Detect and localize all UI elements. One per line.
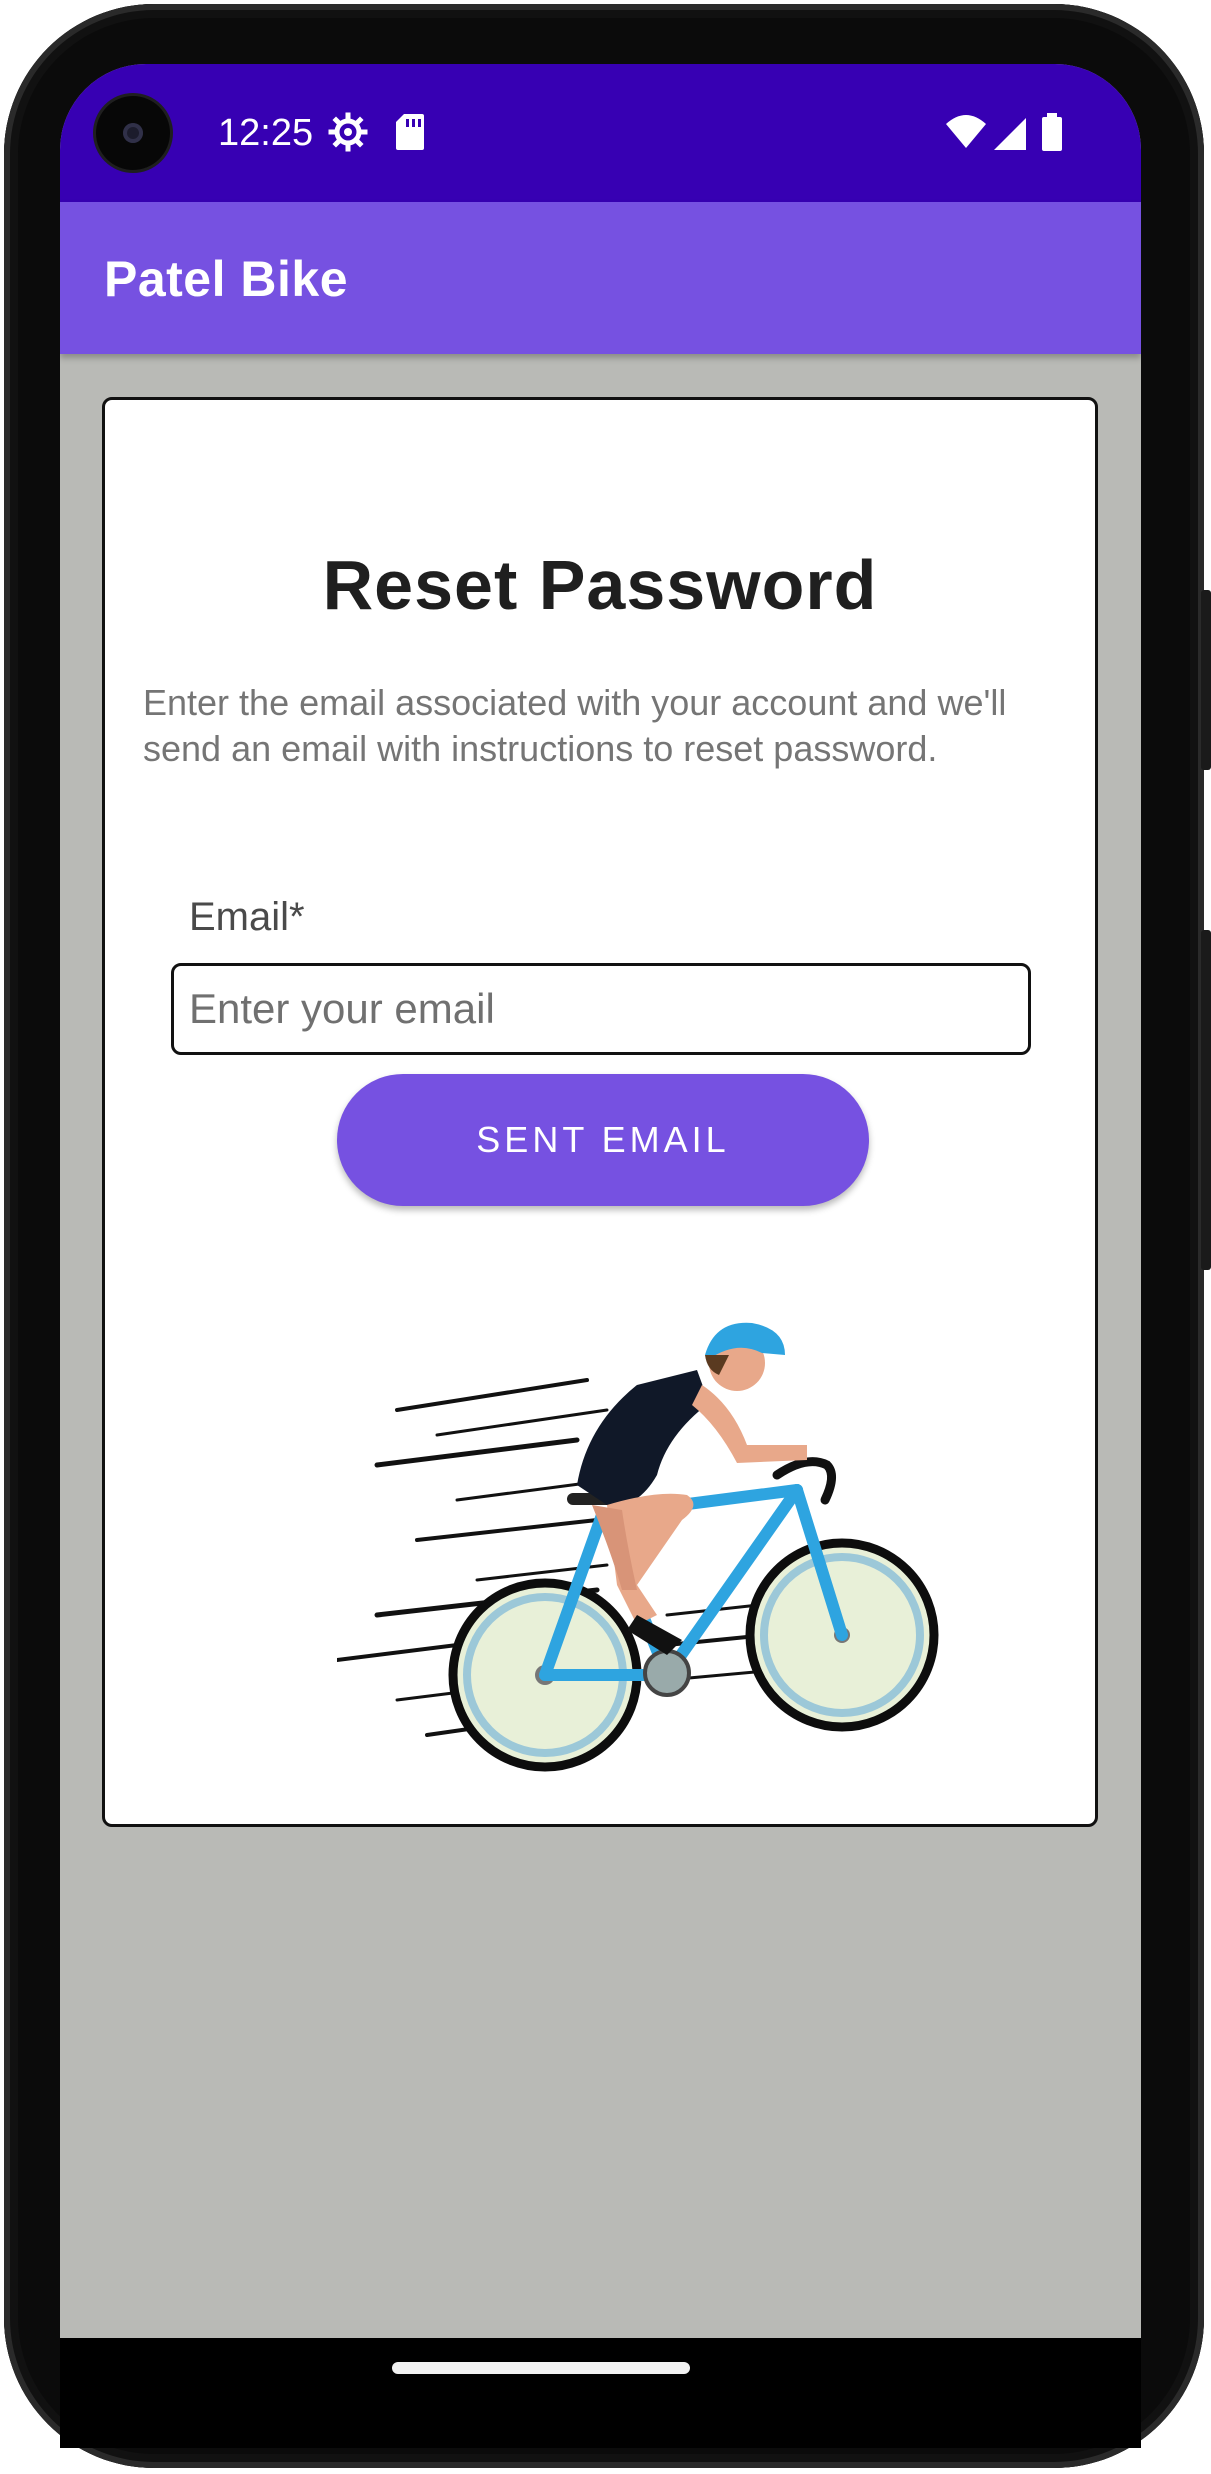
power-button xyxy=(1201,930,1211,1270)
sd-card-icon xyxy=(396,114,424,150)
gesture-nav-area xyxy=(60,2338,1141,2448)
app-bar: Patel Bike xyxy=(60,202,1141,354)
cell-signal-icon xyxy=(994,118,1026,150)
email-input[interactable] xyxy=(171,963,1031,1055)
page-title: Reset Password xyxy=(322,546,878,624)
phone-device: 12:25 Patel Bike Reset Password Enter th… xyxy=(0,0,1211,2474)
status-time: 12:25 xyxy=(218,112,314,154)
home-indicator[interactable] xyxy=(392,2362,690,2374)
status-bar: 12:25 xyxy=(60,64,1141,202)
volume-button xyxy=(1201,590,1211,770)
cyclist-illustration xyxy=(337,1322,939,1772)
wifi-icon xyxy=(946,115,986,148)
settings-gear-icon xyxy=(328,112,368,152)
app-title: Patel Bike xyxy=(104,251,349,307)
battery-icon xyxy=(1042,113,1062,151)
send-email-button[interactable]: SENT EMAIL xyxy=(337,1074,869,1206)
front-camera xyxy=(96,96,170,170)
app-screen: 12:25 Patel Bike Reset Password Enter th… xyxy=(60,64,1141,2338)
reset-password-card: Reset Password Enter the email associate… xyxy=(102,397,1098,1827)
instructions-text: Enter the email associated with your acc… xyxy=(143,682,1007,769)
email-label: Email* xyxy=(189,895,305,939)
